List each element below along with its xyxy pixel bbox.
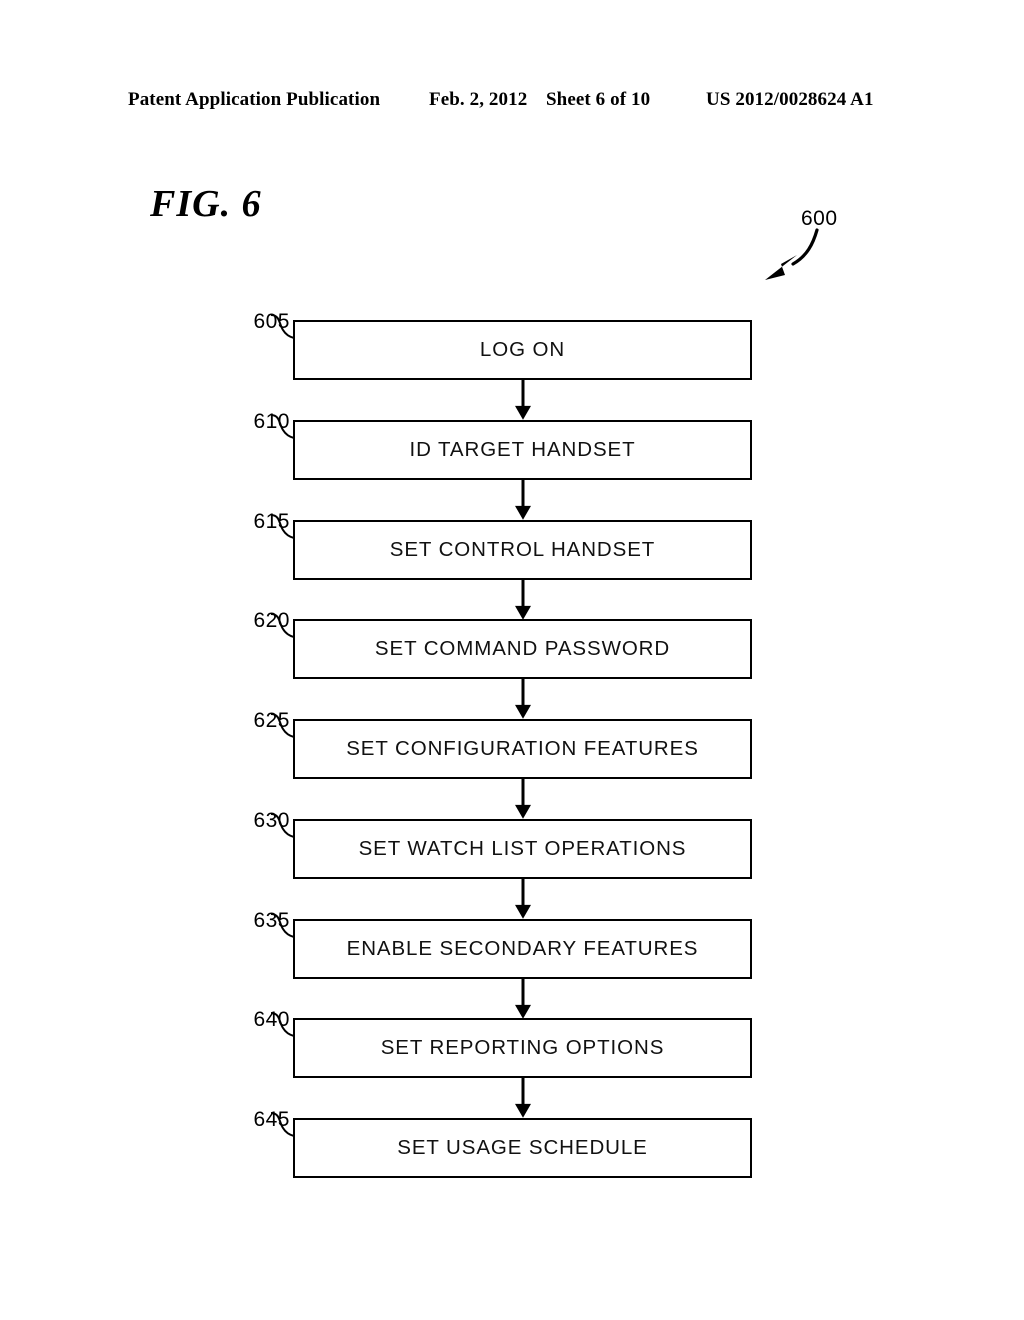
process-step-box: SET CONTROL HANDSET	[293, 519, 752, 580]
flow-connector-arrow-icon	[515, 1078, 531, 1118]
process-flow-diagram: 605 LOG ON 610 ID TARGET HANDSET 615 SET CONT…	[0, 0, 1024, 1320]
flow-connector-arrow-icon	[515, 679, 531, 719]
process-step-label: LOG ON	[479, 338, 566, 361]
process-step-box: LOG ON	[293, 320, 752, 380]
process-step-label: SET CONTROL HANDSET	[389, 537, 656, 561]
process-step-label: SET REPORTING OPTIONS	[380, 1036, 665, 1060]
flow-connector-arrow-icon	[515, 779, 531, 819]
process-step-label: SET USAGE SCHEDULE	[397, 1136, 648, 1159]
flow-connector-arrow-icon	[515, 479, 531, 520]
process-step-box: SET USAGE SCHEDULE	[293, 1118, 752, 1178]
process-step-box: SET COMMAND PASSWORD	[293, 619, 752, 680]
process-step-box: ENABLE SECONDARY FEATURES	[293, 918, 752, 979]
flow-connector-arrow-icon	[515, 380, 531, 420]
flow-connector-arrow-icon	[515, 978, 531, 1019]
process-step-label: SET COMMAND PASSWORD	[374, 637, 671, 661]
process-step-box: SET CONFIGURATION FEATURES	[293, 719, 752, 779]
flow-connector-arrow-icon	[515, 878, 531, 919]
process-step-label: ENABLE SECONDARY FEATURES	[346, 936, 699, 960]
process-step-label: ID TARGET HANDSET	[409, 437, 636, 461]
process-step-label: SET WATCH LIST OPERATIONS	[358, 836, 687, 860]
process-step-box: ID TARGET HANDSET	[293, 419, 752, 480]
process-step-label: SET CONFIGURATION FEATURES	[346, 737, 699, 760]
process-step-box: SET REPORTING OPTIONS	[293, 1018, 752, 1079]
flow-connector-arrow-icon	[515, 579, 531, 620]
process-step-box: SET WATCH LIST OPERATIONS	[293, 818, 752, 879]
